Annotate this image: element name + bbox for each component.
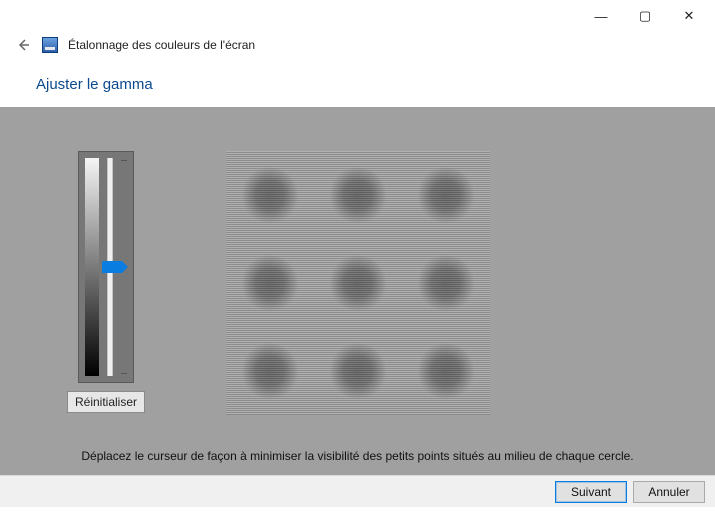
reset-button[interactable]: Réinitialiser <box>67 391 145 413</box>
maximize-icon: ▢ <box>639 8 651 24</box>
gamma-slider[interactable] <box>78 151 134 383</box>
back-button[interactable] <box>14 36 32 54</box>
reset-button-label: Réinitialiser <box>75 395 137 409</box>
gradient-strip <box>85 158 99 376</box>
content-area: Réinitialiser Déplacez le curseur de faç… <box>0 107 715 475</box>
next-button-label: Suivant <box>571 485 611 499</box>
slider-tick-top <box>121 160 127 161</box>
minimize-button[interactable]: — <box>579 2 623 30</box>
footer: Suivant Annuler <box>0 475 715 507</box>
cancel-button-label: Annuler <box>648 485 689 499</box>
close-button[interactable]: ✕ <box>667 2 711 30</box>
gamma-dot <box>402 327 490 415</box>
gamma-dot <box>226 327 314 415</box>
gamma-preview <box>226 151 490 415</box>
header-row: Étalonnage des couleurs de l'écran <box>0 32 715 58</box>
instruction-text: Déplacez le curseur de façon à minimiser… <box>0 449 715 463</box>
slider-thumb[interactable] <box>102 261 122 273</box>
maximize-button[interactable]: ▢ <box>623 2 667 30</box>
gamma-dot <box>314 327 402 415</box>
window-titlebar: — ▢ ✕ <box>0 0 715 32</box>
close-icon: ✕ <box>684 8 695 24</box>
gamma-dot <box>226 151 314 239</box>
gamma-dot <box>314 239 402 327</box>
gamma-dot <box>402 151 490 239</box>
gamma-dot <box>314 151 402 239</box>
app-icon <box>42 37 58 53</box>
slider-tick-bottom <box>121 373 127 374</box>
back-arrow-icon <box>15 37 31 53</box>
minimize-icon: — <box>595 9 608 24</box>
next-button[interactable]: Suivant <box>555 481 627 503</box>
window-title: Étalonnage des couleurs de l'écran <box>68 38 255 52</box>
gamma-dot <box>226 239 314 327</box>
page-heading: Ajuster le gamma <box>0 58 715 107</box>
gamma-dot <box>402 239 490 327</box>
cancel-button[interactable]: Annuler <box>633 481 705 503</box>
